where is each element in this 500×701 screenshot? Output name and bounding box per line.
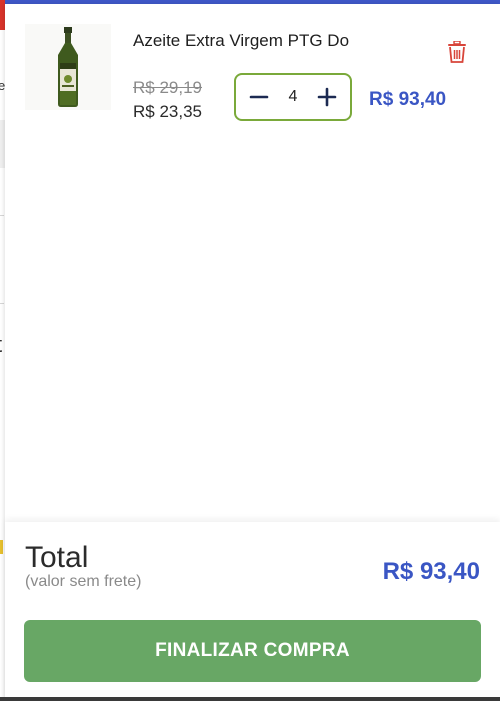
checkout-button[interactable]: FINALIZAR COMPRA bbox=[24, 620, 481, 682]
cart-drawer: Azeite Extra Virgem PTG Do R$ 29,19 R$ 2… bbox=[5, 4, 500, 701]
total-value: R$ 93,40 bbox=[382, 558, 480, 585]
remove-item-button[interactable] bbox=[445, 38, 469, 66]
background-divider bbox=[0, 303, 4, 304]
quantity-stepper: 4 bbox=[234, 73, 352, 121]
total-sublabel: (valor sem frete) bbox=[25, 573, 142, 590]
original-price: R$ 29,19 bbox=[133, 78, 202, 97]
product-name[interactable]: Azeite Extra Virgem PTG Do bbox=[133, 31, 349, 51]
bottom-edge-strip bbox=[0, 697, 500, 701]
product-image[interactable] bbox=[25, 24, 111, 110]
total-label: Total bbox=[25, 541, 89, 574]
cart-summary-footer: Total (valor sem frete) R$ 93,40 FINALIZ… bbox=[5, 522, 500, 701]
trash-icon bbox=[448, 41, 466, 63]
increase-quantity-button[interactable] bbox=[314, 84, 340, 110]
quantity-value[interactable]: 4 bbox=[289, 88, 298, 106]
decrease-quantity-button[interactable] bbox=[246, 84, 272, 110]
item-total: R$ 93,40 bbox=[369, 89, 447, 110]
unit-price: R$ 23,35 bbox=[133, 102, 202, 121]
plus-icon bbox=[317, 87, 337, 107]
olive-oil-bottle-image bbox=[58, 27, 78, 107]
minus-icon bbox=[249, 95, 269, 99]
background-text-t: t bbox=[0, 332, 2, 358]
background-yellow-mark bbox=[0, 540, 3, 554]
background-divider bbox=[0, 215, 4, 216]
